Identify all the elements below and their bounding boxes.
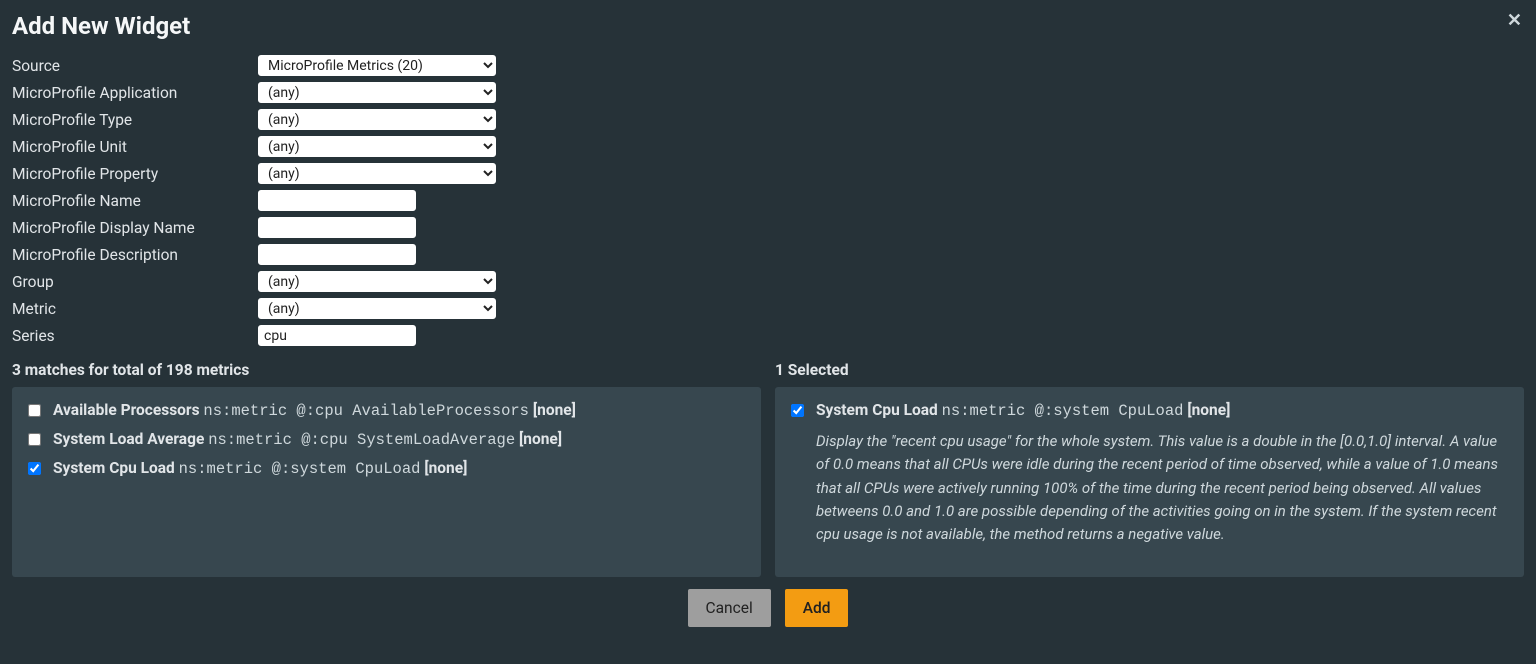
match-name: System Cpu Load bbox=[53, 459, 175, 477]
property-select[interactable]: (any) bbox=[257, 162, 497, 185]
match-checkbox[interactable] bbox=[28, 404, 41, 417]
match-name: Available Processors bbox=[53, 401, 200, 419]
label-display-name: MicroProfile Display Name bbox=[12, 219, 257, 237]
match-meta: ns:metric @:system CpuLoad bbox=[179, 460, 421, 478]
selected-meta: ns:metric @:system CpuLoad bbox=[942, 402, 1184, 420]
label-source: Source bbox=[12, 57, 257, 75]
add-button[interactable]: Add bbox=[785, 589, 849, 627]
unit-select[interactable]: (any) bbox=[257, 135, 497, 158]
match-checkbox[interactable] bbox=[28, 462, 41, 475]
list-item: System Cpu Load ns:metric @:system CpuLo… bbox=[28, 459, 745, 478]
list-item: System Load Average ns:metric @:cpu Syst… bbox=[28, 430, 745, 449]
match-unit: [none] bbox=[533, 401, 576, 419]
label-unit: MicroProfile Unit bbox=[12, 138, 257, 156]
label-property: MicroProfile Property bbox=[12, 165, 257, 183]
display-name-input[interactable] bbox=[257, 216, 417, 239]
selected-heading: 1 Selected bbox=[775, 361, 1524, 379]
dialog-footer: Cancel Add bbox=[12, 589, 1524, 627]
matches-panel: Available Processors ns:metric @:cpu Ava… bbox=[12, 387, 761, 577]
label-description: MicroProfile Description bbox=[12, 246, 257, 264]
label-name: MicroProfile Name bbox=[12, 192, 257, 210]
match-meta: ns:metric @:cpu AvailableProcessors bbox=[203, 402, 529, 420]
add-widget-dialog: ✕ Add New Widget Source MicroProfile Met… bbox=[0, 0, 1536, 645]
selected-unit: [none] bbox=[1187, 401, 1230, 419]
label-group: Group bbox=[12, 273, 257, 291]
selected-name: System Cpu Load bbox=[816, 401, 938, 419]
match-unit: [none] bbox=[424, 459, 467, 477]
match-checkbox[interactable] bbox=[28, 433, 41, 446]
label-application: MicroProfile Application bbox=[12, 84, 257, 102]
type-select[interactable]: (any) bbox=[257, 108, 497, 131]
series-input[interactable] bbox=[257, 324, 417, 347]
cancel-button[interactable]: Cancel bbox=[688, 589, 771, 627]
match-meta: ns:metric @:cpu SystemLoadAverage bbox=[208, 431, 515, 449]
label-metric: Metric bbox=[12, 300, 257, 318]
description-input[interactable] bbox=[257, 243, 417, 266]
close-icon[interactable]: ✕ bbox=[1507, 10, 1522, 31]
list-item: System Cpu Load ns:metric @:system CpuLo… bbox=[791, 401, 1508, 420]
list-item: Available Processors ns:metric @:cpu Ava… bbox=[28, 401, 745, 420]
metric-select[interactable]: (any) bbox=[257, 297, 497, 320]
label-type: MicroProfile Type bbox=[12, 111, 257, 129]
match-unit: [none] bbox=[519, 430, 562, 448]
application-select[interactable]: (any) bbox=[257, 81, 497, 104]
selected-checkbox[interactable] bbox=[791, 404, 804, 417]
selected-description: Display the "recent cpu usage" for the w… bbox=[816, 430, 1508, 546]
matches-heading: 3 matches for total of 198 metrics bbox=[12, 361, 761, 379]
match-name: System Load Average bbox=[53, 430, 204, 448]
group-select[interactable]: (any) bbox=[257, 270, 497, 293]
label-series: Series bbox=[12, 327, 257, 345]
name-input[interactable] bbox=[257, 189, 417, 212]
dialog-title: Add New Widget bbox=[12, 12, 1524, 40]
source-select[interactable]: MicroProfile Metrics (20) bbox=[257, 54, 497, 77]
selected-panel: System Cpu Load ns:metric @:system CpuLo… bbox=[775, 387, 1524, 577]
